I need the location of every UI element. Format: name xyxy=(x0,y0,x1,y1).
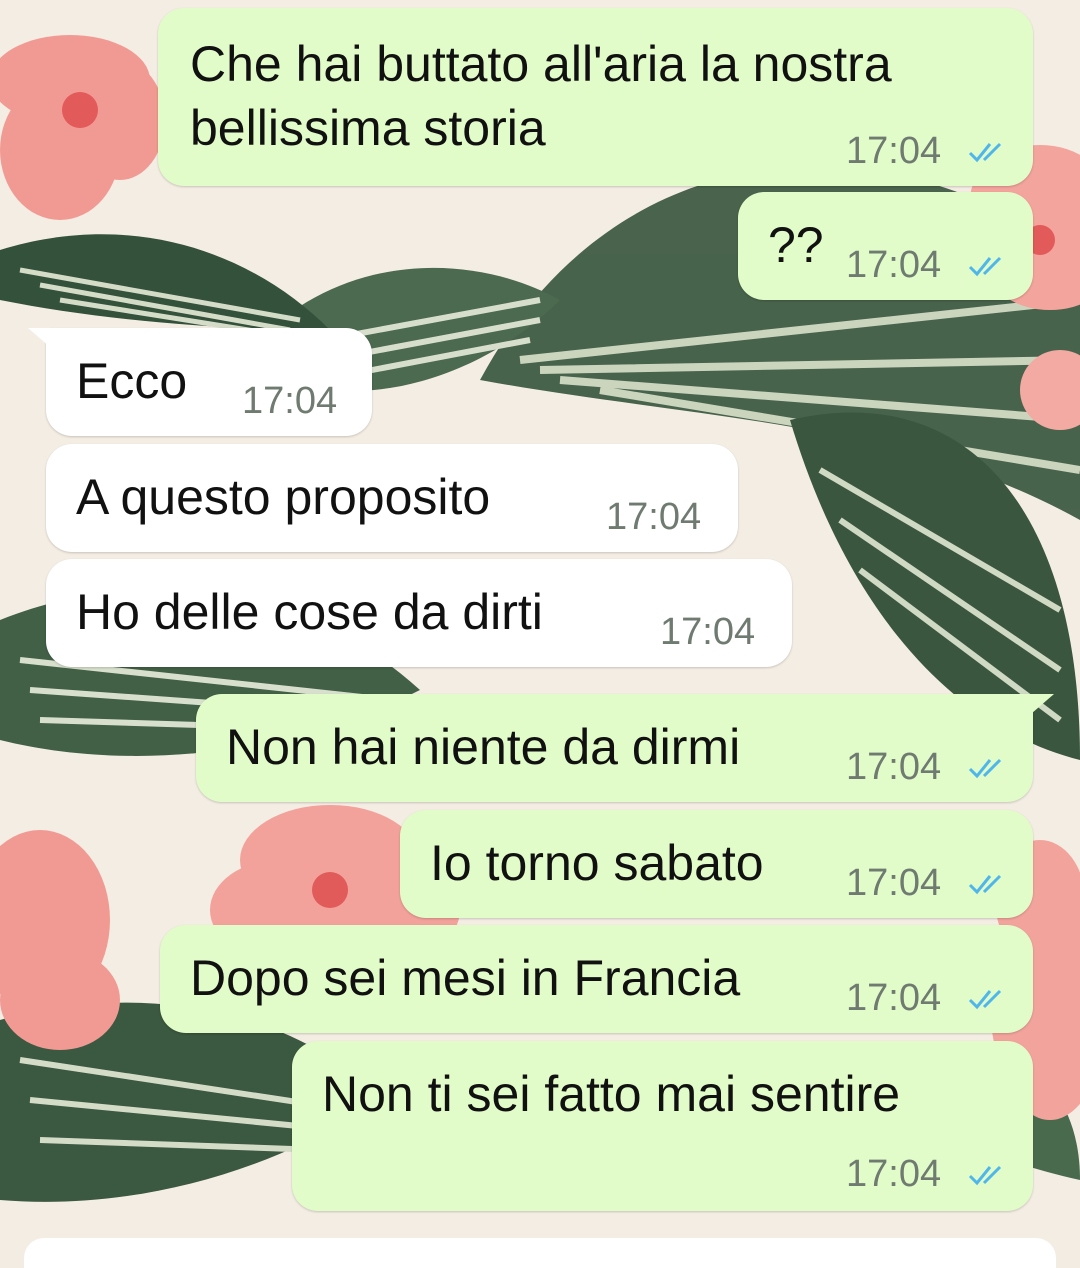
message-time: 17:04 xyxy=(606,496,702,538)
message-time: 17:04 xyxy=(660,611,756,653)
message-time: 17:04 xyxy=(242,380,338,422)
incoming-message-bubble[interactable]: A questo proposito 17:04 xyxy=(46,444,738,552)
message-text: Dopo sei mesi in Francia xyxy=(190,950,741,1006)
double-check-icon xyxy=(968,758,1002,779)
double-check-icon xyxy=(968,256,1002,277)
message-text: Ho delle cose da dirti xyxy=(76,584,543,640)
bubble-tail-icon xyxy=(28,328,58,354)
message-time: 17:04 xyxy=(846,1153,942,1195)
outgoing-message-bubble[interactable]: Non hai niente da dirmi 17:04 xyxy=(196,694,1033,802)
message-text: Ecco xyxy=(76,353,188,409)
message-text: Io torno sabato xyxy=(430,835,764,891)
double-check-icon xyxy=(968,142,1002,163)
outgoing-message-bubble[interactable]: Non ti sei fatto mai sentire 17:04 xyxy=(292,1041,1033,1211)
incoming-message-bubble[interactable]: Ecco 17:04 xyxy=(46,328,372,436)
double-check-icon xyxy=(968,874,1002,895)
message-text: Non hai niente da dirmi xyxy=(226,719,741,775)
outgoing-message-bubble[interactable]: Che hai buttato all'aria la nostra belli… xyxy=(158,8,1033,186)
message-time: 17:04 xyxy=(846,244,942,286)
bubble-tail-icon xyxy=(1024,694,1054,720)
message-input-bar-edge[interactable] xyxy=(24,1238,1056,1268)
message-time: 17:04 xyxy=(846,746,942,788)
outgoing-message-bubble[interactable]: Dopo sei mesi in Francia 17:04 xyxy=(160,925,1033,1033)
message-text: A questo proposito xyxy=(76,469,491,525)
double-check-icon xyxy=(968,1165,1002,1186)
message-text: ?? xyxy=(768,217,824,273)
double-check-icon xyxy=(968,989,1002,1010)
message-time: 17:04 xyxy=(846,977,942,1019)
message-time: 17:04 xyxy=(846,130,942,172)
message-text: Che hai buttato all'aria la nostra belli… xyxy=(190,36,892,156)
message-time: 17:04 xyxy=(846,862,942,904)
outgoing-message-bubble[interactable]: Io torno sabato 17:04 xyxy=(400,810,1033,918)
incoming-message-bubble[interactable]: Ho delle cose da dirti 17:04 xyxy=(46,559,792,667)
message-text: Non ti sei fatto mai sentire xyxy=(322,1066,901,1122)
outgoing-message-bubble[interactable]: ?? 17:04 xyxy=(738,192,1033,300)
